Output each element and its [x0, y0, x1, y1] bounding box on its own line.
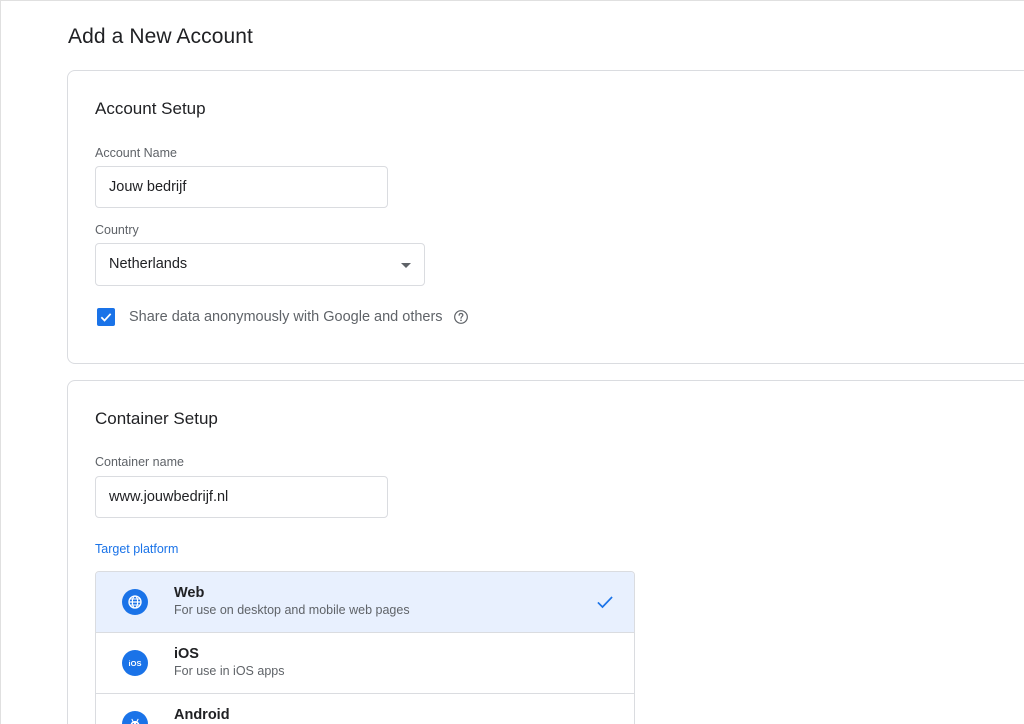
caret-down-icon — [401, 263, 411, 268]
page-title: Add a New Account — [68, 25, 253, 48]
platform-description: For use in iOS apps — [174, 664, 285, 678]
platform-option-web[interactable]: Web For use on desktop and mobile web pa… — [96, 572, 634, 633]
country-selected-value: Netherlands — [109, 256, 188, 272]
ios-icon: iOS — [122, 650, 148, 676]
target-platform-label: Target platform — [95, 542, 179, 556]
android-icon — [122, 711, 148, 724]
country-select[interactable]: Netherlands — [95, 243, 425, 286]
globe-icon — [122, 589, 148, 615]
container-name-input[interactable] — [95, 476, 388, 518]
target-platform-list: Web For use on desktop and mobile web pa… — [95, 571, 635, 724]
container-setup-title: Container Setup — [95, 409, 218, 428]
share-data-label: Share data anonymously with Google and o… — [129, 309, 443, 325]
platform-name: iOS — [174, 646, 199, 662]
help-circle-icon[interactable] — [453, 309, 469, 325]
platform-option-ios[interactable]: iOS iOS For use in iOS apps — [96, 633, 634, 694]
account-setup-title: Account Setup — [95, 99, 206, 118]
share-data-checkbox[interactable] — [97, 308, 115, 326]
account-name-input[interactable] — [95, 166, 388, 208]
check-icon — [597, 596, 613, 609]
container-setup-card: Container Setup Container name Target pl… — [67, 380, 1024, 724]
account-name-label: Account Name — [95, 146, 177, 160]
country-label: Country — [95, 223, 139, 237]
platform-description: For use on desktop and mobile web pages — [174, 603, 410, 617]
platform-option-android[interactable]: Android — [96, 694, 634, 724]
share-data-row: Share data anonymously with Google and o… — [97, 307, 469, 327]
platform-name: Web — [174, 585, 205, 601]
platform-name: Android — [174, 707, 230, 723]
account-setup-card: Account Setup Account Name Country Nethe… — [67, 70, 1024, 364]
checkmark-icon — [100, 313, 112, 322]
container-name-label: Container name — [95, 455, 184, 469]
page: Add a New Account Account Setup Account … — [0, 0, 1024, 724]
svg-text:iOS: iOS — [129, 659, 142, 668]
